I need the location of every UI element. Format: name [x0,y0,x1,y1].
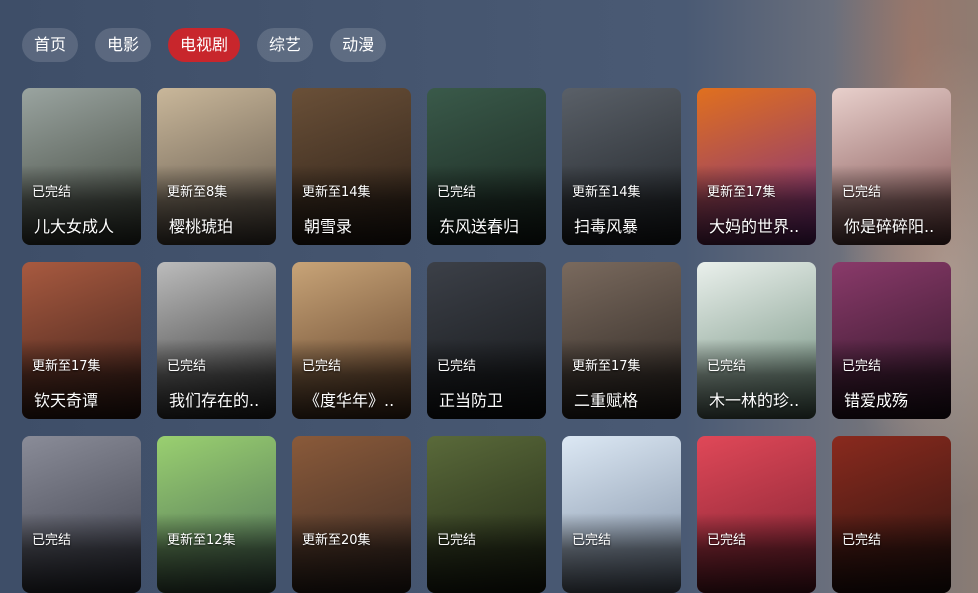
media-title: 钦天奇谭 [34,391,99,410]
episode-status: 已完结 [32,185,72,200]
episode-status: 已完结 [842,185,882,200]
media-card[interactable]: 已完结木一林的珍.. [697,262,816,419]
media-card[interactable]: 更新至8集樱桃琥珀 [157,88,276,245]
episode-status: 已完结 [167,359,207,374]
media-card[interactable]: 更新至14集朝雪录 [292,88,411,245]
media-card[interactable]: 已完结 [427,436,546,593]
episode-status: 更新至17集 [32,359,101,374]
episode-status: 已完结 [842,359,882,374]
episode-status: 已完结 [707,533,747,548]
episode-status: 已完结 [32,533,72,548]
media-card[interactable]: 已完结 正当防卫 [427,262,546,419]
episode-status: 已完结 [437,359,477,374]
episode-status: 已完结 [437,185,477,200]
media-title: 木一林的珍.. [709,391,800,410]
poster-overlay [22,513,141,593]
tab-anime[interactable]: 动漫 [330,28,387,62]
media-card[interactable]: 已完结 错爱成殇 [832,262,951,419]
media-title: 我们存在的.. [169,391,260,410]
poster-overlay [427,513,546,593]
media-card[interactable]: 已完结《度华年》.. [292,262,411,419]
episode-status: 已完结 [437,533,477,548]
media-title: 《度华年》.. [304,391,395,410]
tab-movies[interactable]: 电影 [95,28,152,62]
episode-status: 已完结 [572,533,612,548]
media-card[interactable]: 更新至12集 [157,436,276,593]
media-card[interactable]: 已完结 儿大女成人 [22,88,141,245]
media-title: 樱桃琥珀 [169,217,234,236]
media-card[interactable]: 更新至20集 [292,436,411,593]
poster-overlay [292,513,411,593]
poster-overlay [562,513,681,593]
poster-overlay [157,513,276,593]
media-card[interactable]: 已完结 [832,436,951,593]
media-card[interactable]: 已完结 [22,436,141,593]
media-card[interactable]: 更新至17集二重赋格 [562,262,681,419]
media-title: 儿大女成人 [34,217,115,236]
episode-status: 已完结 [707,359,747,374]
media-title: 朝雪录 [304,217,353,236]
media-card[interactable]: 更新至17集钦天奇谭 [22,262,141,419]
episode-status: 更新至8集 [167,185,228,200]
media-title: 二重赋格 [574,391,639,410]
tab-tv-series[interactable]: 电视剧 [168,28,241,62]
media-card[interactable]: 已完结 [562,436,681,593]
media-card[interactable]: 已完结我们存在的.. [157,262,276,419]
category-tabs: 首页 电影 电视剧 综艺 动漫 [22,28,403,62]
poster-overlay [832,513,951,593]
episode-status: 更新至14集 [572,185,641,200]
media-title: 大妈的世界.. [709,217,800,236]
media-card[interactable]: 已完结你是碎碎阳.. [832,88,951,245]
poster-overlay [697,513,816,593]
media-card[interactable]: 已完结 东风送春归 [427,88,546,245]
media-title: 错爱成殇 [844,391,909,410]
episode-status: 更新至17集 [572,359,641,374]
episode-status: 更新至17集 [707,185,776,200]
episode-status: 更新至14集 [302,185,371,200]
media-card[interactable]: 更新至17集大妈的世界.. [697,88,816,245]
episode-status: 更新至12集 [167,533,236,548]
media-title: 你是碎碎阳.. [844,217,935,236]
episode-status: 已完结 [842,533,882,548]
tab-home[interactable]: 首页 [22,28,79,62]
media-title: 正当防卫 [439,391,504,410]
media-title: 扫毒风暴 [574,217,639,236]
episode-status: 更新至20集 [302,533,371,548]
media-title: 东风送春归 [439,217,520,236]
episode-status: 已完结 [302,359,342,374]
tab-variety[interactable]: 综艺 [257,28,314,62]
media-card[interactable]: 已完结 [697,436,816,593]
media-card[interactable]: 更新至14集扫毒风暴 [562,88,681,245]
